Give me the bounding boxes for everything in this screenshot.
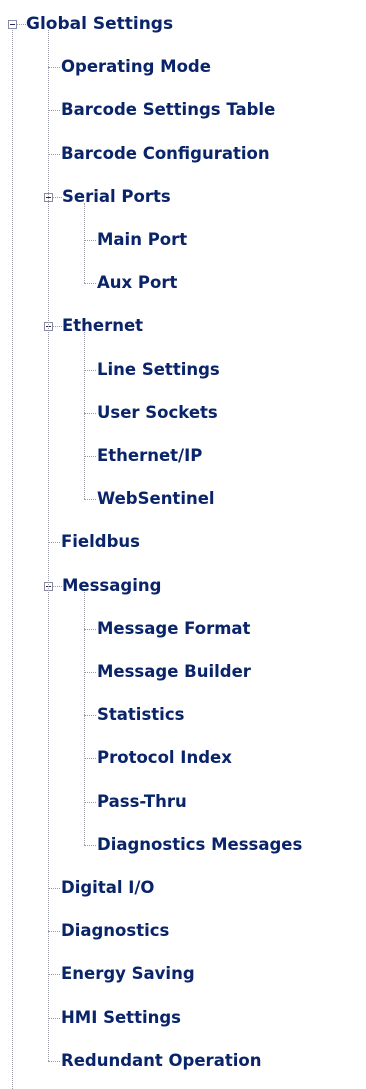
tree-connector-horizontal [84, 801, 96, 803]
tree-connector-horizontal [84, 456, 96, 457]
tree-connector-horizontal [84, 499, 96, 501]
tree-item-pass-thru[interactable]: Pass-Thru [97, 791, 187, 813]
tree-connector-horizontal [84, 844, 96, 846]
tree-item-digital-i-o[interactable]: Digital I/O [61, 877, 154, 899]
collapse-icon-global-settings[interactable] [8, 20, 17, 29]
tree-connector-horizontal [84, 672, 96, 673]
tree-item-ethernet-ip[interactable]: Ethernet/IP [97, 445, 202, 467]
tree-connector-vertical [48, 30, 49, 1061]
tree-connector-horizontal [84, 283, 96, 285]
settings-tree: Global Settings Operating Mode Barcode Set… [0, 0, 366, 1089]
tree-item-barcode-configuration[interactable]: Barcode Configuration [61, 143, 270, 165]
tree-item-redundant-operation[interactable]: Redundant Operation [61, 1050, 261, 1072]
tree-item-hmi-settings[interactable]: HMI Settings [61, 1007, 181, 1029]
tree-item-line-settings[interactable]: Line Settings [97, 359, 220, 381]
tree-connector-horizontal [53, 585, 62, 587]
tree-connector-horizontal [84, 715, 96, 717]
tree-connector-horizontal [48, 1060, 60, 1062]
tree-item-aux-port[interactable]: Aux Port [97, 272, 177, 294]
tree-connector-horizontal [48, 888, 60, 889]
tree-connector-horizontal [48, 931, 60, 933]
tree-connector-vertical [84, 591, 85, 845]
tree-item-statistics[interactable]: Statistics [97, 704, 184, 726]
tree-item-serial-ports[interactable]: Serial Ports [62, 186, 171, 208]
tree-item-barcode-settings-table[interactable]: Barcode Settings Table [61, 99, 275, 121]
tree-item-websentinel[interactable]: WebSentinel [97, 488, 215, 510]
tree-connector-vertical [84, 202, 85, 284]
tree-connector-horizontal [53, 196, 62, 198]
tree-item-user-sockets[interactable]: User Sockets [97, 402, 218, 424]
tree-connector-horizontal [84, 240, 96, 241]
tree-item-diagnostics[interactable]: Diagnostics [61, 920, 169, 942]
tree-item-main-port[interactable]: Main Port [97, 229, 187, 251]
tree-connector-horizontal [84, 628, 96, 630]
tree-item-fieldbus[interactable]: Fieldbus [61, 531, 140, 553]
tree-connector-horizontal [84, 758, 96, 760]
tree-connector-horizontal [84, 369, 96, 371]
tree-item-ethernet[interactable]: Ethernet [62, 315, 143, 337]
tree-connector-horizontal [48, 67, 60, 69]
tree-connector-horizontal [48, 542, 60, 544]
tree-connector-horizontal [48, 110, 60, 112]
tree-item-energy-saving[interactable]: Energy Saving [61, 963, 195, 985]
tree-item-operating-mode[interactable]: Operating Mode [61, 56, 211, 78]
tree-connector-horizontal [17, 24, 26, 25]
tree-item-protocol-index[interactable]: Protocol Index [97, 747, 232, 769]
tree-connector-horizontal [48, 153, 60, 155]
tree-item-message-format[interactable]: Message Format [97, 618, 250, 640]
tree-item-message-builder[interactable]: Message Builder [97, 661, 251, 683]
tree-item-diagnostics-messages[interactable]: Diagnostics Messages [97, 834, 302, 856]
tree-connector-horizontal [48, 974, 60, 976]
tree-item-messaging[interactable]: Messaging [62, 575, 161, 597]
tree-connector-vertical [84, 332, 85, 500]
tree-connector-vertical [12, 30, 13, 1089]
tree-connector-horizontal [84, 412, 96, 414]
tree-connector-horizontal [48, 1017, 60, 1019]
tree-connector-horizontal [53, 326, 62, 328]
